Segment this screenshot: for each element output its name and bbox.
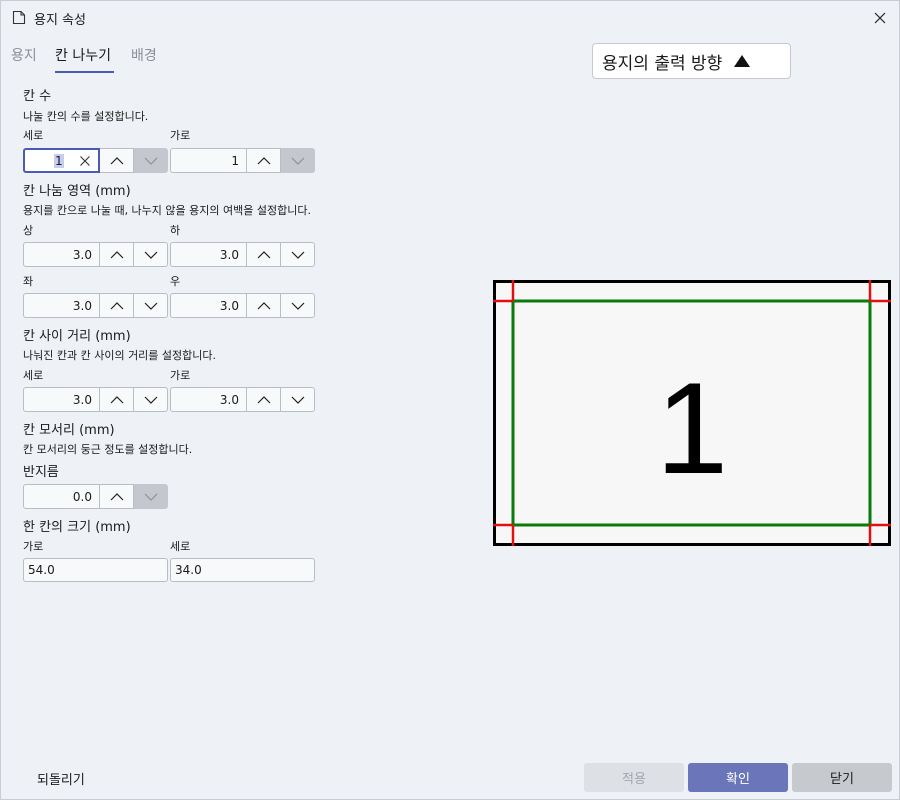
reset-button[interactable]: 되돌리기 — [37, 769, 85, 788]
margin-right-label: 우 — [170, 275, 181, 288]
apply-button[interactable]: 적용 — [584, 763, 684, 792]
paper-orientation-button[interactable]: 용지의 출력 방향 — [592, 43, 791, 79]
rows-up-button[interactable] — [100, 148, 134, 173]
margin-bottom-up-button[interactable] — [247, 242, 281, 267]
chevron-up-icon — [110, 395, 123, 403]
radius-down-button[interactable] — [134, 484, 168, 509]
gap-desc: 나눠진 칸과 칸 사이의 거리를 설정합니다. — [23, 349, 217, 362]
cell-size-title: 한 칸의 크기 (mm) — [23, 520, 131, 535]
chevron-up-icon — [110, 301, 123, 309]
chevron-down-icon — [144, 302, 157, 310]
margin-bottom-input[interactable]: 3.0 — [170, 242, 247, 267]
rows-stepper: 1 — [23, 148, 168, 173]
chevron-down-icon — [144, 396, 157, 404]
chevron-up-icon — [257, 301, 270, 309]
margin-top-down-button[interactable] — [134, 242, 168, 267]
paper-preview: 1 — [493, 280, 891, 546]
margin-right-input[interactable]: 3.0 — [170, 293, 247, 318]
tab-paper[interactable]: 용지 — [11, 45, 37, 65]
chevron-up-icon — [257, 395, 270, 403]
rows-down-button[interactable] — [134, 148, 168, 173]
chevron-down-icon — [291, 396, 304, 404]
chevron-up-icon — [257, 250, 270, 258]
gap-horizontal-stepper: 3.0 — [170, 387, 315, 412]
chevron-down-icon — [144, 493, 157, 501]
rows-value: 1 — [54, 153, 64, 168]
title-bar: 용지 속성 — [1, 1, 899, 35]
tab-split-cells[interactable]: 칸 나누기 — [55, 45, 111, 65]
margin-right-up-button[interactable] — [247, 293, 281, 318]
rows-input[interactable]: 1 — [23, 148, 100, 173]
corner-desc: 칸 모서리의 둥근 정도를 설정합니다. — [23, 443, 193, 456]
gap-horizontal-input[interactable]: 3.0 — [170, 387, 247, 412]
preview-cell-number: 1 — [656, 355, 728, 501]
gap-vertical-input[interactable]: 3.0 — [23, 387, 100, 412]
chevron-down-icon — [144, 157, 157, 165]
radius-up-button[interactable] — [100, 484, 134, 509]
margin-bottom-stepper: 3.0 — [170, 242, 315, 267]
cell-count-title: 칸 수 — [23, 89, 52, 104]
active-tab-indicator — [55, 71, 114, 73]
cols-label: 가로 — [170, 129, 191, 142]
window-title: 용지 속성 — [34, 13, 86, 28]
gap-horizontal-label: 가로 — [170, 369, 191, 382]
margin-bottom-label: 하 — [170, 224, 181, 237]
cols-stepper: 1 — [170, 148, 315, 173]
rows-label: 세로 — [23, 129, 44, 142]
cols-down-button[interactable] — [281, 148, 315, 173]
margin-top-label: 상 — [23, 224, 34, 237]
radius-stepper: 0.0 — [23, 484, 168, 509]
chevron-up-icon — [110, 492, 123, 500]
margin-right-down-button[interactable] — [281, 293, 315, 318]
margin-top-stepper: 3.0 — [23, 242, 168, 267]
chevron-down-icon — [291, 157, 304, 165]
paper-properties-dialog: 용지 속성 용지 칸 나누기 배경 용지의 출력 방향 칸 수 나눌 칸의 수를… — [0, 0, 900, 800]
margin-left-label: 좌 — [23, 275, 34, 288]
radius-label: 반지름 — [23, 465, 59, 480]
cell-width-field: 54.0 — [23, 558, 168, 582]
gap-vertical-down-button[interactable] — [134, 387, 168, 412]
cell-height-field: 34.0 — [170, 558, 315, 582]
gap-horizontal-down-button[interactable] — [281, 387, 315, 412]
margin-left-input[interactable]: 3.0 — [23, 293, 100, 318]
margin-top-input[interactable]: 3.0 — [23, 242, 100, 267]
margin-right-stepper: 3.0 — [170, 293, 315, 318]
cell-width-label: 가로 — [23, 540, 44, 553]
radius-input[interactable]: 0.0 — [23, 484, 100, 509]
cols-input[interactable]: 1 — [170, 148, 247, 173]
gap-vertical-stepper: 3.0 — [23, 387, 168, 412]
chevron-up-icon — [110, 250, 123, 258]
cell-count-desc: 나눌 칸의 수를 설정합니다. — [23, 110, 149, 123]
margin-bottom-down-button[interactable] — [281, 242, 315, 267]
chevron-up-icon — [110, 156, 123, 164]
corner-title: 칸 모서리 (mm) — [23, 423, 115, 438]
orientation-label: 용지의 출력 방향 — [602, 53, 723, 74]
close-window-button[interactable] — [869, 7, 891, 29]
gap-title: 칸 사이 거리 (mm) — [23, 329, 131, 344]
chevron-up-icon — [257, 156, 270, 164]
chevron-down-icon — [291, 302, 304, 310]
cell-height-label: 세로 — [170, 540, 191, 553]
margin-left-down-button[interactable] — [134, 293, 168, 318]
triangle-up-icon — [734, 55, 751, 67]
chevron-down-icon — [291, 251, 304, 259]
margin-left-stepper: 3.0 — [23, 293, 168, 318]
cols-up-button[interactable] — [247, 148, 281, 173]
gap-horizontal-up-button[interactable] — [247, 387, 281, 412]
close-icon — [874, 12, 886, 24]
gap-vertical-up-button[interactable] — [100, 387, 134, 412]
margin-desc: 용지를 칸으로 나눌 때, 나누지 않을 용지의 여백을 설정합니다. — [23, 204, 311, 217]
margin-left-up-button[interactable] — [100, 293, 134, 318]
margin-title: 칸 나눔 영역 (mm) — [23, 184, 131, 199]
chevron-down-icon — [144, 251, 157, 259]
clear-x-icon[interactable] — [79, 155, 91, 167]
gap-vertical-label: 세로 — [23, 369, 44, 382]
ok-button[interactable]: 확인 — [688, 763, 788, 792]
tab-background[interactable]: 배경 — [131, 45, 157, 65]
close-button[interactable]: 닫기 — [792, 763, 892, 792]
margin-top-up-button[interactable] — [100, 242, 134, 267]
document-icon — [12, 10, 26, 25]
